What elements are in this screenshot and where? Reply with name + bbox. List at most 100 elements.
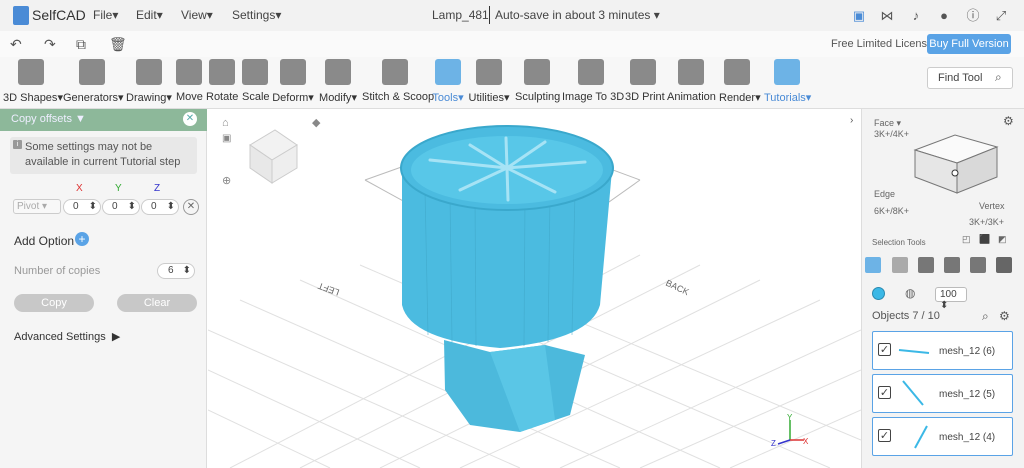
- close-panel-icon[interactable]: ✕: [183, 112, 197, 126]
- clear-button[interactable]: Clear: [117, 294, 197, 312]
- select-mesh-icon[interactable]: [970, 257, 986, 273]
- select-edge-icon[interactable]: [918, 257, 934, 273]
- tool-generators[interactable]: Generators▾: [63, 59, 124, 104]
- advanced-settings-toggle[interactable]: Advanced Settings ▶: [14, 330, 120, 343]
- y-offset-input[interactable]: 0 ⬍: [102, 199, 140, 215]
- drawing-icon: [136, 59, 162, 85]
- add-option-icon[interactable]: +: [75, 232, 89, 246]
- tool-tutorials[interactable]: Tutorials▾: [764, 59, 811, 104]
- mesh-thumbnail-icon: [898, 349, 930, 354]
- object-checkbox[interactable]: ✓: [878, 429, 891, 442]
- objects-settings-icon[interactable]: ⚙: [999, 309, 1010, 323]
- mesh-thumbnail-icon: [914, 425, 928, 449]
- tool-drawing[interactable]: Drawing▾: [126, 59, 172, 104]
- copy-button[interactable]: Copy: [14, 294, 94, 312]
- pivot-select[interactable]: Pivot ▾: [13, 199, 61, 214]
- select-vertex-icon[interactable]: [944, 257, 960, 273]
- view-cube[interactable]: [249, 129, 298, 184]
- size-input[interactable]: 100 ⬍: [935, 287, 967, 311]
- y-axis-label: Y: [115, 183, 122, 194]
- menu-file[interactable]: File▾: [93, 8, 118, 22]
- object-checkbox[interactable]: ✓: [878, 386, 891, 399]
- tool-sculpting[interactable]: Sculpting: [515, 59, 560, 103]
- info-icon: i: [13, 140, 22, 149]
- tutorials-icon: [774, 59, 800, 85]
- select-lasso-icon[interactable]: ◩: [998, 234, 1007, 245]
- number-of-copies-input[interactable]: 6 ⬍: [157, 263, 195, 279]
- reset-offset-icon[interactable]: ✕: [183, 199, 199, 215]
- object-name: mesh_12 (5): [939, 389, 996, 400]
- tool-animation[interactable]: Animation: [667, 59, 716, 103]
- edge-label[interactable]: Edge: [874, 189, 895, 199]
- orbit-icon[interactable]: ⊕: [222, 175, 231, 187]
- document-title[interactable]: Lamp_481: [432, 8, 489, 22]
- back-axis-label: BACK: [664, 278, 690, 297]
- texture-icon[interactable]: ◍: [905, 286, 915, 300]
- search-objects-icon[interactable]: ⌕: [982, 309, 989, 324]
- search-icon[interactable]: ⌕: [995, 70, 1002, 85]
- tool-tools[interactable]: Tools▾: [432, 59, 464, 104]
- camera-icon[interactable]: ▣: [222, 133, 231, 144]
- tool-modify[interactable]: Modify▾: [318, 59, 358, 104]
- save-icon[interactable]: ▣: [852, 9, 866, 23]
- title-divider: [489, 6, 490, 24]
- redo-icon[interactable]: ↷: [44, 36, 56, 53]
- x-offset-input[interactable]: 0 ⬍: [63, 199, 101, 215]
- fullscreen-icon[interactable]: ⤢: [994, 9, 1008, 23]
- sculpting-icon: [523, 59, 550, 85]
- notifications-icon[interactable]: ♪: [909, 9, 923, 23]
- svg-text:Z: Z: [771, 439, 776, 448]
- tool-image-to-3d[interactable]: Image To 3D: [562, 59, 624, 103]
- tool-render[interactable]: Render▾: [719, 59, 761, 104]
- left-axis-label: LEFT: [316, 280, 341, 297]
- delete-icon[interactable]: 🗑: [109, 36, 127, 53]
- select-cube-icon[interactable]: ⬛: [979, 234, 990, 245]
- stitch-scoop-icon: [382, 59, 408, 85]
- tool-3d-print[interactable]: 3D Print: [625, 59, 665, 103]
- collapse-right-panel-icon[interactable]: ›: [850, 115, 853, 126]
- help-icon[interactable]: ⓘ: [966, 9, 980, 23]
- object-name: mesh_12 (6): [939, 346, 996, 357]
- add-option-label[interactable]: Add Option: [14, 234, 74, 248]
- tool-deform[interactable]: Deform▾: [272, 59, 314, 104]
- axis-gizmo: Y X Z: [771, 413, 809, 448]
- z-offset-input[interactable]: 0 ⬍: [141, 199, 179, 215]
- list-item[interactable]: ✓ mesh_12 (4): [872, 417, 1013, 456]
- move-icon: [176, 59, 202, 85]
- menu-settings[interactable]: Settings▾: [232, 8, 281, 22]
- list-item[interactable]: ✓ mesh_12 (5): [872, 374, 1013, 413]
- tool-stitch-scoop[interactable]: Stitch & Scoop: [362, 59, 434, 103]
- 3d-viewport[interactable]: LEFT BACK Y X Z ⌂ ▣ ⊕ ◆ ›: [208, 109, 861, 468]
- vertex-count: 3K+/3K+: [969, 217, 1005, 227]
- tool-move[interactable]: Move: [176, 59, 203, 103]
- tool-scale[interactable]: Scale: [242, 59, 270, 103]
- top-menu-bar: SelfCAD File▾ Edit▾ View▾ Settings▾ Lamp…: [0, 0, 1024, 31]
- face-selector[interactable]: Face ▾: [874, 118, 901, 129]
- tools-icon: [435, 59, 461, 85]
- utilities-icon: [476, 59, 502, 85]
- animation-icon: [678, 59, 704, 85]
- select-plane-icon[interactable]: [996, 257, 1012, 273]
- menu-view[interactable]: View▾: [181, 8, 213, 22]
- copy-offsets-header[interactable]: Copy offsets ▼: [0, 109, 207, 131]
- tool-utilities[interactable]: Utilities▾: [468, 59, 510, 104]
- user-icon[interactable]: ●: [937, 9, 951, 23]
- copy-icon[interactable]: ⧉: [76, 36, 86, 53]
- select-object-icon[interactable]: [865, 257, 881, 273]
- menu-edit[interactable]: Edit▾: [136, 8, 163, 22]
- buy-full-version-button[interactable]: Buy Full Version: [927, 34, 1011, 54]
- home-view-icon[interactable]: ⌂: [222, 117, 229, 129]
- list-item[interactable]: ✓ mesh_12 (6): [872, 331, 1013, 370]
- modify-icon: [325, 59, 351, 85]
- undo-icon[interactable]: ↶: [10, 36, 22, 53]
- tool-rotate[interactable]: Rotate: [206, 59, 238, 103]
- selection-mode-diagram: [913, 134, 999, 194]
- select-box-icon[interactable]: ◰: [962, 234, 971, 245]
- light-icon[interactable]: ◆: [312, 117, 321, 129]
- autosave-status[interactable]: Auto-save in about 3 minutes ▾: [495, 8, 660, 22]
- select-face-icon[interactable]: [892, 257, 908, 273]
- object-checkbox[interactable]: ✓: [878, 343, 891, 356]
- color-picker-icon[interactable]: [872, 287, 885, 300]
- tool-3d-shapes[interactable]: 3D Shapes▾: [3, 59, 63, 104]
- share-icon[interactable]: ⋈: [880, 9, 894, 23]
